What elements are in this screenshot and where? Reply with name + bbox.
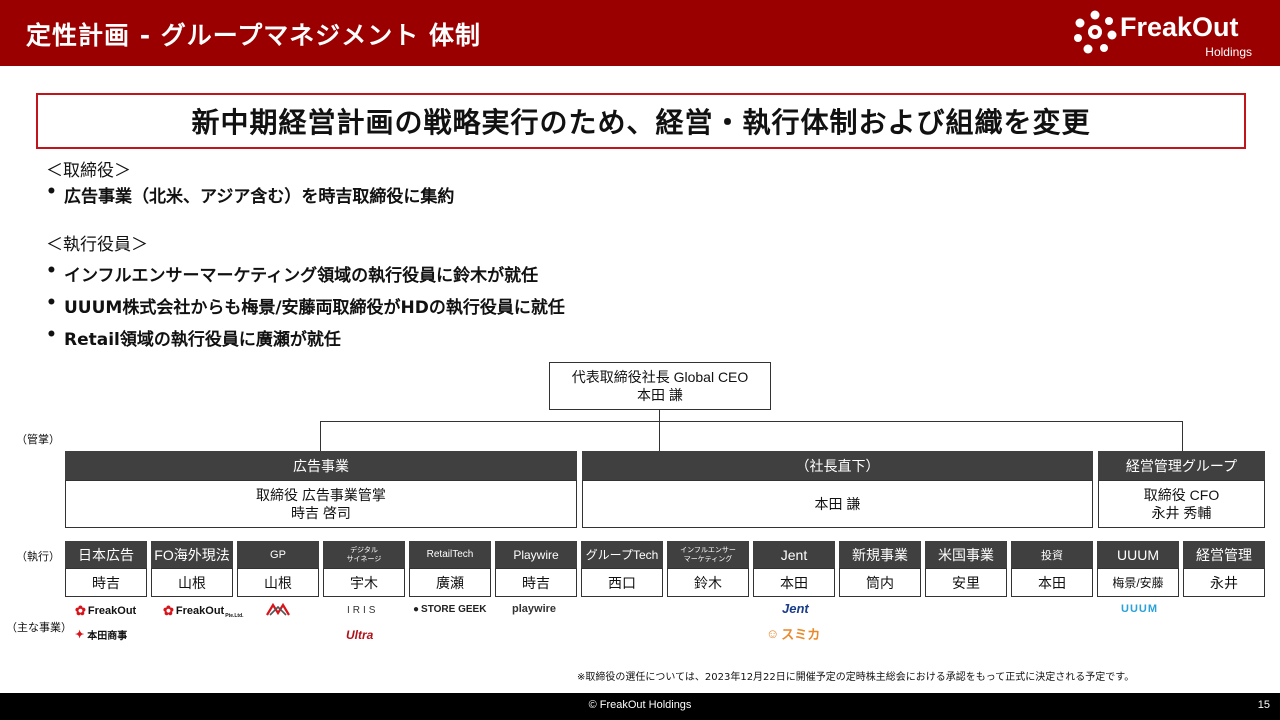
directors-bullet-1: • 広告事業（北米、アジア含む）を時吉取締役に集約: [46, 182, 454, 207]
exec-name-14: 永井: [1183, 568, 1265, 597]
bullet-text: UUUM株式会社からも梅景/安藤両取締役がHDの執行役員に就任: [64, 298, 565, 318]
exec-title-9: Jent: [753, 541, 835, 568]
logo-name: FreakOut: [1120, 12, 1239, 42]
dept-president-title: （社長直下）: [582, 451, 1093, 480]
gp-logo-icon: [266, 602, 290, 616]
honda-shoji-logo: ✦ 本田商事: [75, 629, 128, 642]
freakout-mark-icon: [1074, 10, 1117, 54]
exec-title-5: RetailTech: [409, 541, 491, 568]
dept-line2: 永井 秀輔: [1151, 505, 1212, 521]
officers-bullet-2: • UUUM株式会社からも梅景/安藤両取締役がHDの執行役員に就任: [46, 293, 565, 318]
dept-president-body: 本田 謙: [582, 480, 1093, 528]
dept-line1: 取締役 CFO: [1143, 487, 1220, 503]
exec-name-1: 時吉: [65, 568, 147, 597]
honda-shoji-mark-icon: ✦: [75, 629, 85, 641]
footer-bar: © FreakOut Holdings 15: [0, 693, 1280, 720]
headline-banner: 新中期経営計画の戦略実行のため、経営・執行体制および組織を変更: [36, 93, 1246, 149]
bullet-dot-icon: •: [46, 261, 57, 281]
exec-title-14: 経営管理: [1183, 541, 1265, 568]
exec-name-4: 宇木: [323, 568, 405, 597]
exec-title-11: 米国事業: [925, 541, 1007, 568]
exec-name-5: 廣瀬: [409, 568, 491, 597]
exec-title-12: 投資: [1011, 541, 1093, 568]
exec-name-10: 筒内: [839, 568, 921, 597]
store-geek-mark-icon: ●: [413, 604, 420, 615]
bullet-dot-icon: •: [46, 293, 57, 313]
ceo-title: 代表取締役社長 Global CEO: [571, 369, 749, 385]
connector-horizontal: [320, 421, 1182, 422]
headline-text: 新中期経営計画の戦略実行のため、経営・執行体制および組織を変更: [191, 106, 1091, 139]
directors-heading: ＜取締役＞: [46, 161, 131, 181]
bullet-text: インフルエンサーマーケティング領域の執行役員に鈴木が就任: [64, 266, 539, 286]
uuum-logo: UUUM: [1121, 603, 1158, 615]
ceo-name: 本田 謙: [637, 387, 683, 403]
exec-title-10: 新規事業: [839, 541, 921, 568]
dept-line1: 本田 謙: [814, 496, 861, 512]
dept-management-body: 取締役 CFO 永井 秀輔: [1098, 480, 1265, 528]
iris-logo: IRIS: [347, 605, 379, 616]
officers-heading: ＜執行役員＞: [46, 235, 148, 255]
exec-name-13: 梅景/安藤: [1097, 568, 1179, 597]
label-kansho: （管掌）: [16, 433, 60, 446]
exec-title-4: デジタル サイネージ: [323, 541, 405, 568]
exec-name-6: 時吉: [495, 568, 577, 597]
exec-title-1: 日本広告: [65, 541, 147, 568]
ultra-logo: Ultra: [346, 628, 374, 642]
exec-name-8: 鈴木: [667, 568, 749, 597]
company-logo: FreakOut Holdings: [1072, 5, 1272, 63]
connector-vertical-ceo: [659, 410, 660, 451]
officers-bullet-1: • インフルエンサーマーケティング領域の執行役員に鈴木が就任: [46, 261, 538, 286]
page-title: 定性計画 - グループマネジメント 体制: [26, 21, 481, 50]
bullet-text: 広告事業（北米、アジア含む）を時吉取締役に集約: [64, 187, 455, 207]
dept-line2: 時吉 啓司: [291, 505, 351, 521]
bullet-dot-icon: •: [46, 325, 57, 345]
exec-title-13: UUUM: [1097, 541, 1179, 568]
sumika-mark-icon: ☺: [766, 626, 780, 641]
exec-name-9: 本田: [753, 568, 835, 597]
header-bar: 定性計画 - グループマネジメント 体制 FreakOut Holdings: [0, 0, 1280, 66]
playwire-logo: playwire: [512, 603, 557, 615]
exec-title-3: GP: [237, 541, 319, 568]
footnote: ※取締役の選任については、2023年12月22日に開催予定の定時株主総会における…: [577, 672, 1135, 683]
dept-advertising-title: 広告事業: [65, 451, 577, 480]
page-number: 15: [1257, 699, 1270, 711]
exec-name-11: 安里: [925, 568, 1007, 597]
connector-left: [320, 421, 321, 451]
jent-logo: Jent: [782, 601, 809, 616]
bullet-text: Retail領域の執行役員に廣瀬が就任: [64, 330, 341, 350]
connector-right: [1182, 421, 1183, 451]
copyright: © FreakOut Holdings: [588, 699, 692, 711]
sumika-logo: ☺ スミカ: [766, 626, 821, 642]
freakout-mark-small-icon: ✿: [163, 603, 174, 618]
gp-logo: [265, 602, 291, 618]
dept-line1: 取締役 広告事業管掌: [256, 487, 386, 503]
store-geek-logo: ● STORE GEEK: [413, 604, 487, 615]
exec-title-6: Playwire: [495, 541, 577, 568]
bullet-dot-icon: •: [46, 182, 57, 202]
exec-name-3: 山根: [237, 568, 319, 597]
logo-sub: Holdings: [1205, 45, 1252, 59]
exec-title-2: FO海外現法: [151, 541, 233, 568]
label-shikko: （執行）: [16, 550, 60, 563]
freakout-business-logo: ✿ FreakOut: [75, 603, 137, 618]
exec-title-7: グループTech: [581, 541, 663, 568]
exec-title-8: インフルエンサー マーケティング: [667, 541, 749, 568]
officers-bullet-3: • Retail領域の執行役員に廣瀬が就任: [46, 325, 341, 350]
freakout-mark-small-icon: ✿: [75, 603, 86, 618]
exec-name-7: 西口: [581, 568, 663, 597]
label-business: （主な事業）: [6, 621, 72, 634]
exec-name-2: 山根: [151, 568, 233, 597]
dept-advertising-body: 取締役 広告事業管掌 時吉 啓司: [65, 480, 577, 528]
exec-name-12: 本田: [1011, 568, 1093, 597]
ceo-box: 代表取締役社長 Global CEO 本田 謙: [549, 362, 771, 410]
dept-management-title: 経営管理グループ: [1098, 451, 1265, 480]
freakout-pte-logo: ✿ FreakOut Pte.Ltd.: [163, 603, 244, 619]
